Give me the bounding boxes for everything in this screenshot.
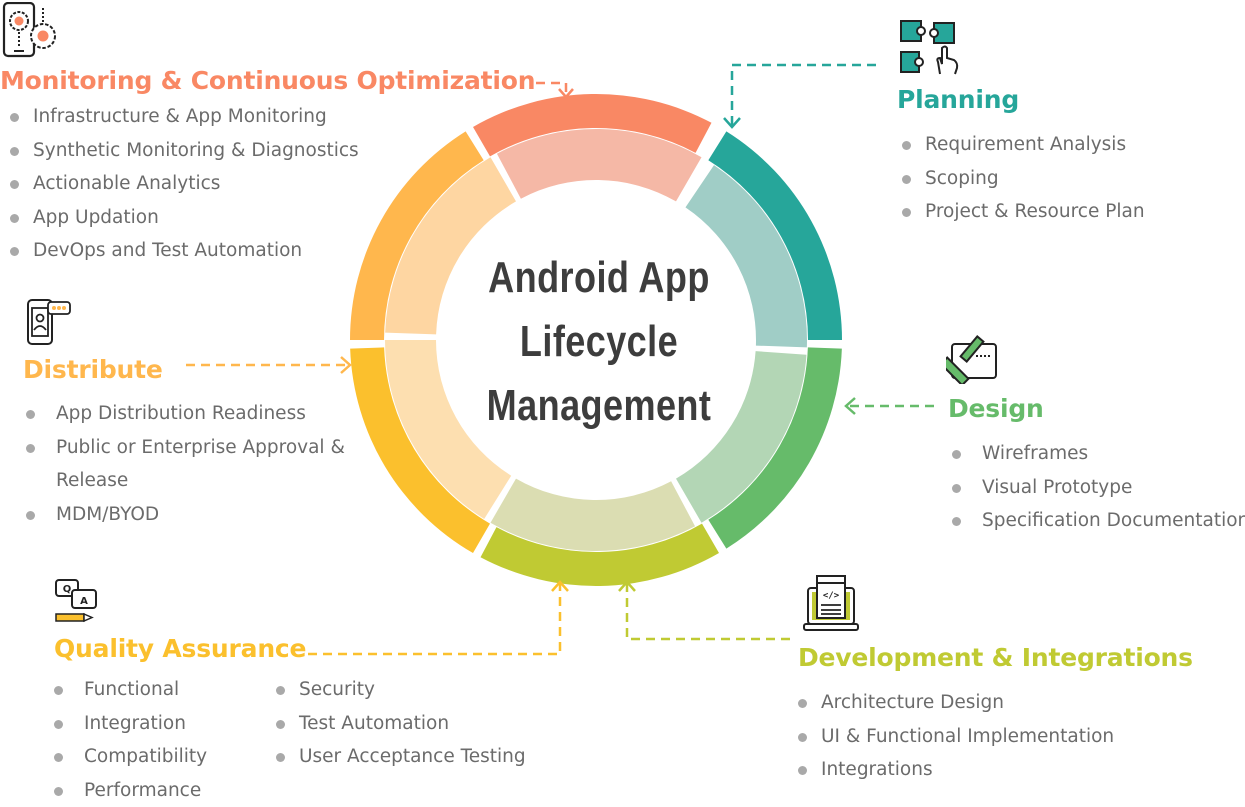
list-item: Actionable Analytics [10,167,359,201]
stage-items-design: Wireframes Visual Prototype Specificatio… [952,437,1245,538]
list-item: UI & Functional Implementation [798,720,1114,754]
list-item: Project & Resource Plan [902,195,1145,229]
connector-development [627,584,790,639]
center-title-line1: Android App [469,246,730,310]
center-title-line3: Management [469,374,730,438]
list-item: Architecture Design [798,686,1114,720]
mobile-gears-icon [2,2,62,58]
center-title-line2: Lifecycle [469,310,730,374]
list-item: App Distribution Readiness [26,397,356,431]
list-item: Functional [54,673,207,707]
stage-title-quality: Quality Assurance [54,634,306,663]
connector-monitoring [536,83,566,96]
list-item: Scoping [902,162,1145,196]
center-title: Android App Lifecycle Management [469,246,730,438]
connector-planning [732,65,876,126]
stage-items-planning: Requirement Analysis Scoping Project & R… [902,128,1145,229]
puzzle-hand-icon [898,18,962,76]
list-item: Synthetic Monitoring & Diagnostics [10,134,359,168]
list-item: Visual Prototype [952,471,1245,505]
stage-items-quality-col2: Security Test Automation User Acceptance… [276,673,526,774]
stage-title-development: Development & Integrations [798,643,1193,672]
list-item: MDM/BYOD [26,498,356,532]
list-item: App Updation [10,201,359,235]
stage-items-distribute: App Distribution Readiness Public or Ent… [26,397,356,531]
connector-quality [308,584,560,654]
stage-items-monitoring: Infrastructure & App Monitoring Syntheti… [10,100,359,268]
list-item: Public or Enterprise Approval & Release [26,431,356,498]
list-item: DevOps and Test Automation [10,234,359,268]
list-item: Security [276,673,526,707]
list-item: Requirement Analysis [902,128,1145,162]
list-item: Compatibility [54,740,207,774]
qa-chat-pencil-icon: Q A [54,578,104,626]
ruler-pencil-icon [946,334,1000,384]
list-item: Integration [54,707,207,741]
stage-title-planning: Planning [897,85,1019,114]
svg-text:Q: Q [63,584,72,595]
stage-items-development: Architecture Design UI & Functional Impl… [798,686,1114,787]
mobile-user-chat-icon [26,298,72,348]
stage-title-monitoring: Monitoring & Continuous Optimization [0,66,535,95]
stage-title-design: Design [948,394,1044,423]
laptop-code-icon: </> [802,574,860,634]
list-item: Integrations [798,753,1114,787]
svg-text:</>: </> [823,591,840,601]
stage-items-quality-col1: Functional Integration Compatibility Per… [54,673,207,807]
svg-text:A: A [80,596,88,607]
list-item: Specification Documentation [952,504,1245,538]
stage-title-distribute: Distribute [23,355,163,384]
list-item: Wireframes [952,437,1245,471]
list-item: User Acceptance Testing [276,740,526,774]
list-item: Test Automation [276,707,526,741]
list-item: Infrastructure & App Monitoring [10,100,359,134]
list-item: Performance [54,774,207,807]
